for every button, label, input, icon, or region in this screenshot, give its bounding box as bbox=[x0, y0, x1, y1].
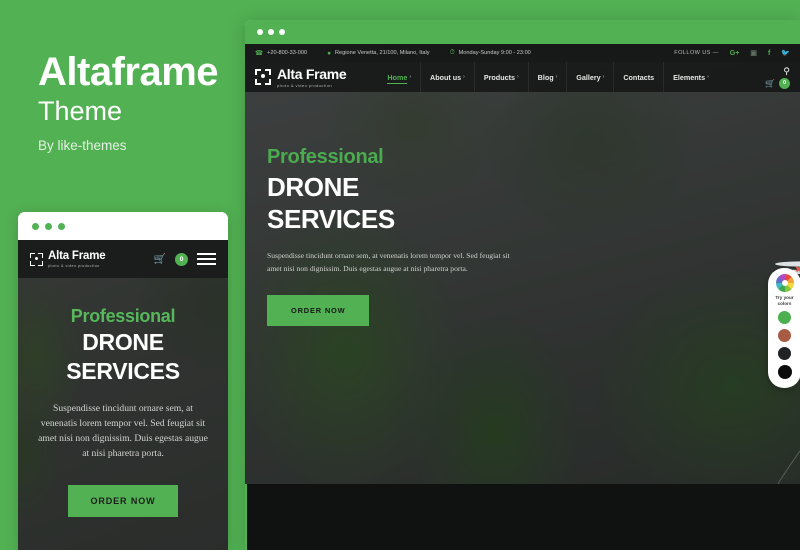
nav-item-elements[interactable]: Elements › bbox=[663, 62, 718, 92]
cart-icon[interactable]: 🛒 bbox=[154, 254, 166, 265]
window-dot-maximize-icon[interactable] bbox=[58, 222, 65, 230]
topbar-address: ● Regione Venetta, 21/100, Milano, Italy bbox=[327, 50, 429, 57]
hero-heading-line1: DRONE bbox=[267, 172, 359, 202]
mobile-hero-eyebrow: Professional bbox=[70, 306, 176, 326]
chevron-right-icon: › bbox=[555, 74, 558, 80]
close-icon[interactable]: ✖ bbox=[795, 266, 800, 274]
nav-actions: ⚲ 🛒 0 bbox=[765, 66, 790, 89]
hero-section: Professional DRONE SERVICES Suspendisse … bbox=[245, 92, 525, 327]
topbar-address-text: Regione Venetta, 21/100, Milano, Italy bbox=[335, 50, 430, 56]
mobile-hero-paragraph: Suspendisse tincidunt ornare sem, at ven… bbox=[38, 402, 208, 459]
clock-icon: ⏱ bbox=[449, 49, 455, 56]
nav-item-label: Blog bbox=[537, 72, 554, 82]
mobile-logo-name: Alta Frame bbox=[48, 250, 106, 263]
main-navbar: Alta Frame photo & video production Home… bbox=[245, 62, 800, 92]
promo-author: By like-themes bbox=[38, 138, 127, 153]
hero-paragraph: Suspendisse tincidunt ornare sem, at ven… bbox=[267, 251, 510, 274]
frame-brackets-icon bbox=[30, 252, 43, 266]
topbar-hours-text: Monday-Sunday 9:00 - 23:00 bbox=[458, 50, 531, 56]
instagram-icon[interactable]: ▣ bbox=[750, 49, 757, 57]
cart-count-badge: 0 bbox=[779, 77, 790, 89]
follow-us-label: FOLLOW US — bbox=[674, 50, 719, 56]
logo-tagline: photo & video production bbox=[277, 82, 333, 88]
topbar-social-group: FOLLOW US — G+ ▣ f 🐦 bbox=[674, 49, 790, 58]
mobile-navbar: Alta Frame photo & video production 🛒 0 bbox=[18, 240, 228, 278]
lower-section bbox=[245, 484, 800, 550]
chevron-right-icon: › bbox=[409, 74, 412, 80]
nav-item-label: About us bbox=[430, 72, 462, 82]
page-title: Altaframe bbox=[38, 50, 219, 94]
mobile-logo[interactable]: Alta Frame photo & video production bbox=[30, 250, 106, 268]
color-picker-label-line1: Try your bbox=[775, 295, 794, 300]
cart-widget[interactable]: 🛒 0 bbox=[765, 77, 790, 89]
facebook-icon[interactable]: f bbox=[768, 50, 770, 57]
window-dot-minimize-icon[interactable] bbox=[45, 222, 52, 230]
mobile-nav-actions: 🛒 0 bbox=[154, 252, 216, 266]
nav-item-home[interactable]: Home › bbox=[378, 62, 420, 92]
hero-eyebrow: Professional bbox=[267, 146, 384, 168]
window-dot-minimize-icon[interactable] bbox=[268, 29, 274, 35]
color-swatch-black[interactable] bbox=[777, 365, 792, 380]
chevron-right-icon: › bbox=[463, 74, 465, 80]
chevron-right-icon: › bbox=[707, 74, 709, 80]
topbar-phone-text: +20-800-33-000 bbox=[267, 50, 308, 56]
nav-item-gallery[interactable]: Gallery › bbox=[566, 62, 613, 92]
color-swatch-brown[interactable] bbox=[778, 329, 791, 343]
cart-count-badge: 0 bbox=[175, 252, 188, 266]
window-dot-close-icon[interactable] bbox=[257, 29, 263, 35]
twitter-icon[interactable]: 🐦 bbox=[781, 49, 790, 57]
topbar-phone[interactable]: ☎ +20-800-33-000 bbox=[255, 49, 307, 57]
topbar-hours: ⏱ Monday-Sunday 9:00 - 23:00 bbox=[450, 49, 531, 57]
nav-menu: Home › About us › Products › Blog › Gall… bbox=[378, 62, 717, 92]
order-now-button[interactable]: ORDER NOW bbox=[267, 295, 370, 327]
window-dot-close-icon[interactable] bbox=[32, 222, 39, 230]
mobile-preview: Alta Frame photo & video production 🛒 0 … bbox=[18, 212, 228, 550]
frame-brackets-icon bbox=[255, 69, 271, 85]
color-wheel-icon[interactable] bbox=[775, 274, 794, 292]
cart-icon: 🛒 bbox=[765, 78, 775, 88]
hamburger-menu-icon[interactable] bbox=[197, 252, 216, 266]
hero-heading-line2: SERVICES bbox=[267, 204, 395, 235]
nav-item-label: Products bbox=[483, 72, 515, 82]
mobile-window-titlebar bbox=[18, 212, 228, 240]
nav-item-blog[interactable]: Blog › bbox=[527, 62, 567, 92]
mobile-hero: Professional DRONE SERVICES Suspendisse … bbox=[18, 278, 228, 518]
site-logo[interactable]: Alta Frame photo & video production bbox=[255, 65, 347, 88]
browser-preview: ☎ +20-800-33-000 ● Regione Venetta, 21/1… bbox=[245, 20, 800, 550]
window-dot-maximize-icon[interactable] bbox=[279, 29, 285, 35]
mobile-order-now-button[interactable]: ORDER NOW bbox=[68, 485, 178, 518]
color-picker-label-line2: colors bbox=[777, 300, 792, 306]
chevron-right-icon: › bbox=[602, 74, 605, 80]
nav-item-label: Contacts bbox=[623, 72, 655, 82]
search-icon[interactable]: ⚲ bbox=[783, 66, 790, 77]
color-swatch-dark[interactable] bbox=[778, 347, 791, 361]
map-pin-icon: ● bbox=[327, 49, 332, 57]
mobile-hero-heading-line2: SERVICES bbox=[66, 357, 180, 384]
logo-name: Alta Frame bbox=[277, 65, 347, 82]
google-plus-icon[interactable]: G+ bbox=[730, 50, 740, 57]
mobile-hero-heading-line1: DRONE bbox=[82, 329, 164, 355]
phone-icon: ☎ bbox=[255, 50, 264, 57]
nav-item-label: Elements bbox=[673, 72, 706, 82]
chevron-right-icon: › bbox=[516, 74, 519, 80]
mobile-screen: Alta Frame photo & video production 🛒 0 … bbox=[18, 240, 228, 550]
browser-window-titlebar bbox=[245, 20, 800, 44]
mobile-logo-tagline: photo & video production bbox=[48, 263, 100, 268]
nav-item-label: Home bbox=[387, 72, 408, 82]
browser-screen: ☎ +20-800-33-000 ● Regione Venetta, 21/1… bbox=[245, 44, 800, 550]
nav-item-contacts[interactable]: Contacts bbox=[613, 62, 663, 92]
color-picker-widget[interactable]: ✖ Try your colors bbox=[768, 266, 800, 388]
nav-item-label: Gallery bbox=[576, 72, 601, 82]
nav-item-about-us[interactable]: About us › bbox=[420, 62, 474, 92]
topbar: ☎ +20-800-33-000 ● Regione Venetta, 21/1… bbox=[245, 44, 800, 62]
promo-subtitle: Theme bbox=[38, 96, 123, 126]
color-swatch-green[interactable] bbox=[778, 311, 791, 325]
nav-item-products[interactable]: Products › bbox=[473, 62, 528, 92]
